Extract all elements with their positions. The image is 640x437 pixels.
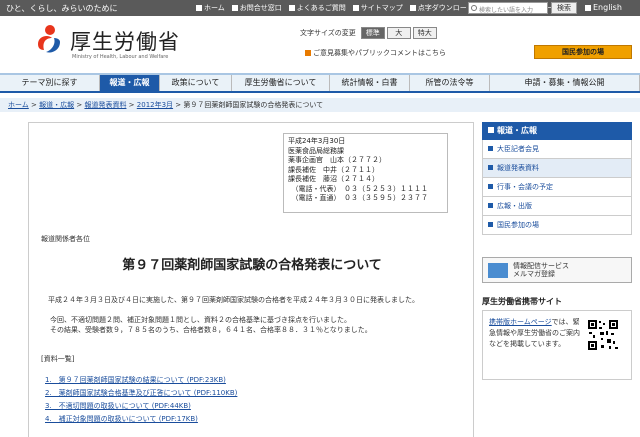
- body-paragraph-1: 平成２４年３月３日及び４日に実施した、第９７回薬剤師国家試験の合格者を平成２４年…: [41, 296, 419, 304]
- top-link-home[interactable]: ホーム: [196, 3, 225, 13]
- font-size-large-button[interactable]: 大: [386, 27, 411, 39]
- mobile-site-box: 携帯版ホームページでは、緊急情報や厚生労働省のご案内などを掲載しています。: [482, 310, 632, 380]
- breadcrumb-home[interactable]: ホーム: [8, 101, 29, 109]
- english-icon: [585, 5, 591, 11]
- nav-item-applications[interactable]: 申請・募集・情報公開: [490, 75, 640, 91]
- body-paragraph-2: 今回、不適切問題２問、補正対象問題１問とし、資料２の合格基準に基づき採点を行いま…: [49, 316, 372, 334]
- sidebar: 報道・広報 大臣記者会見 報道発表資料 行事・会議の予定 広報・出版 国民参加の…: [482, 122, 632, 380]
- nav-item-policy[interactable]: 政策について: [160, 75, 232, 91]
- top-strip: ひと、くらし、みらいのために ホーム お問合せ窓口 よくあるご質問 サイトマップ…: [0, 0, 640, 16]
- site-subtitle: Ministry of Health, Labour and Welfare: [72, 54, 169, 60]
- contact-icon: [231, 5, 238, 11]
- addressee: 報道関係者各位: [41, 235, 90, 243]
- nav-item-press[interactable]: 報道・広報: [100, 75, 160, 91]
- page-title: 第９７回薬剤師国家試験の合格発表について: [122, 258, 382, 273]
- main-content: 平成24年3月30日 医薬食品局総務課 薬事企画官 山本（２７７２） 課長補佐 …: [28, 122, 474, 437]
- top-link-faq[interactable]: よくあるご質問: [288, 3, 346, 13]
- braille-icon: [409, 5, 416, 11]
- nav-item-about[interactable]: 厚生労働省について: [232, 75, 330, 91]
- top-link-braille[interactable]: 点字ダウンロード: [409, 3, 474, 13]
- sidebar-item-publications[interactable]: 広報・出版: [483, 197, 631, 216]
- sidebar-item-press-releases[interactable]: 報道発表資料: [483, 159, 631, 178]
- mail-magazine-banner[interactable]: 情報配信サービス メルマガ登録: [482, 257, 632, 283]
- mobile-site-link[interactable]: 携帯版ホームページ: [489, 318, 552, 326]
- mobile-site-title: 厚生労働省携帯サイト: [482, 297, 562, 306]
- font-size-switcher: 文字サイズの変更 標準 大 特大: [300, 27, 437, 39]
- sidebar-item-press-conference[interactable]: 大臣記者会見: [483, 140, 631, 159]
- arrow-icon: [305, 50, 311, 56]
- site-title[interactable]: 厚生労働省: [70, 26, 180, 56]
- breadcrumb-current: 第９７回薬剤師国家試験の合格発表について: [183, 101, 324, 109]
- sidebar-list: 大臣記者会見 報道発表資料 行事・会議の予定 広報・出版 国民参加の場: [482, 140, 632, 235]
- font-size-label: 文字サイズの変更: [300, 29, 356, 37]
- list-item: 4. 補正対象問題の取扱いについて (PDF:17KB): [45, 413, 237, 426]
- home-icon: [196, 5, 202, 11]
- nav-item-themes[interactable]: テーマ別に探す: [0, 75, 100, 91]
- document-list-heading: [資料一覧]: [41, 355, 75, 363]
- mail-magazine-text: 情報配信サービス メルマガ登録: [513, 262, 569, 278]
- public-comment-link[interactable]: ご意見募集やパブリックコメントはこちら: [305, 48, 446, 58]
- mobile-site-text: 携帯版ホームページでは、緊急情報や厚生労働省のご案内などを掲載しています。: [489, 318, 580, 348]
- breadcrumb-press[interactable]: 報道・広報: [39, 101, 74, 109]
- ministry-logo-icon[interactable]: [34, 24, 64, 56]
- nav-item-laws[interactable]: 所管の法令等: [410, 75, 490, 91]
- contact-box: 平成24年3月30日 医薬食品局総務課 薬事企画官 山本（２７７２） 課長補佐 …: [283, 133, 448, 213]
- document-link-2[interactable]: 2. 薬剤師国家試験合格基準及び正答について (PDF:110KB): [45, 389, 237, 397]
- search-icon: [471, 5, 477, 11]
- document-list: 1. 第９７回薬剤師国家試験の結果について (PDF:23KB) 2. 薬剤師国…: [45, 374, 237, 426]
- breadcrumb-press-releases[interactable]: 報道発表資料: [84, 101, 126, 109]
- document-link-4[interactable]: 4. 補正対象問題の取扱いについて (PDF:17KB): [45, 415, 198, 423]
- top-link-contact[interactable]: お問合せ窓口: [231, 3, 282, 13]
- sidebar-item-events[interactable]: 行事・会議の予定: [483, 178, 631, 197]
- sidebar-heading[interactable]: 報道・広報: [482, 122, 632, 140]
- sidebar-item-participation[interactable]: 国民参加の場: [483, 216, 631, 235]
- global-nav: テーマ別に探す 報道・広報 政策について 厚生労働省について 統計情報・白書 所…: [0, 73, 640, 93]
- document-link-1[interactable]: 1. 第９７回薬剤師国家試験の結果について (PDF:23KB): [45, 376, 226, 384]
- qr-code-icon: [587, 319, 619, 351]
- nav-item-statistics[interactable]: 統計情報・白書: [330, 75, 410, 91]
- citizen-participation-button[interactable]: 国民参加の場: [534, 45, 632, 59]
- font-size-standard-button[interactable]: 標準: [360, 27, 385, 39]
- mail-icon: [488, 263, 508, 278]
- english-link[interactable]: English: [585, 3, 622, 12]
- breadcrumb-month[interactable]: 2012年3月: [137, 101, 173, 109]
- font-size-xlarge-button[interactable]: 特大: [412, 27, 437, 39]
- search-input[interactable]: 検索したい語を入力: [468, 2, 548, 14]
- faq-icon: [288, 5, 295, 11]
- square-icon: [488, 127, 494, 133]
- top-link-sitemap[interactable]: サイトマップ: [352, 3, 403, 13]
- list-item: 2. 薬剤師国家試験合格基準及び正答について (PDF:110KB): [45, 387, 237, 400]
- document-link-3[interactable]: 3. 不適切問題の取扱いについて (PDF:44KB): [45, 402, 191, 410]
- tagline: ひと、くらし、みらいのために: [6, 4, 118, 13]
- sitemap-icon: [352, 5, 359, 11]
- list-item: 3. 不適切問題の取扱いについて (PDF:44KB): [45, 400, 237, 413]
- list-item: 1. 第９７回薬剤師国家試験の結果について (PDF:23KB): [45, 374, 237, 387]
- breadcrumb: ホーム > 報道・広報 > 報道発表資料 > 2012年3月 > 第９７回薬剤師…: [0, 98, 640, 112]
- search-button[interactable]: 検索: [551, 2, 577, 14]
